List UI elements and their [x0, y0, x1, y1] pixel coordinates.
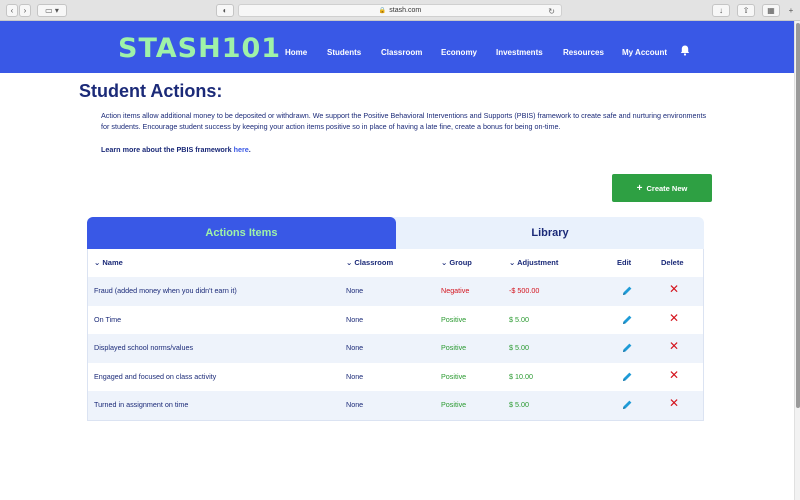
- row-adjustment: -$ 500.00: [509, 286, 540, 295]
- learn-more-suffix: .: [248, 145, 251, 154]
- table-row: Engaged and focused on class activity Non…: [88, 362, 703, 391]
- reload-icon[interactable]: ↻: [548, 5, 555, 18]
- scrollbar-thumb[interactable]: [796, 23, 800, 408]
- pencil-icon[interactable]: [621, 398, 633, 410]
- address-bar[interactable]: 🔒 stash.com ↻: [238, 4, 562, 17]
- row-name: Engaged and focused on class activity: [94, 371, 217, 381]
- plus-icon: +: [636, 182, 643, 194]
- page-description: Action items allow additional money to b…: [101, 111, 707, 131]
- row-classroom: None: [346, 314, 364, 324]
- row-classroom: None: [346, 400, 364, 409]
- tab-library[interactable]: Library: [396, 217, 704, 249]
- col-group-header[interactable]: ⌄ Group: [441, 258, 472, 267]
- nav-investments[interactable]: Investments: [496, 48, 543, 57]
- learn-more-prefix: Learn more about the PBIS framework: [101, 145, 234, 154]
- address-text: stash.com: [389, 7, 422, 14]
- tabs-overview-icon[interactable]: ▦: [762, 4, 780, 17]
- row-name: On Time: [94, 314, 122, 324]
- row-classroom: None: [346, 286, 364, 295]
- nav-students[interactable]: Students: [327, 48, 361, 57]
- browser-toolbar: ‹ › ▭ ▾ ◐ 🔒 stash.com ↻ ↓ ⇧ ▦ +: [0, 0, 800, 21]
- stash101-logo[interactable]: STASH101: [118, 33, 281, 64]
- row-classroom: None: [346, 371, 364, 381]
- new-tab-icon[interactable]: +: [786, 4, 796, 17]
- tab-action-items[interactable]: Actions Items: [87, 217, 396, 249]
- download-icon[interactable]: ↓: [712, 4, 730, 17]
- row-group: Positive: [441, 314, 467, 324]
- row-group: Positive: [441, 371, 467, 381]
- row-classroom: None: [346, 343, 364, 352]
- back-icon[interactable]: ‹: [6, 4, 18, 17]
- bell-icon[interactable]: [680, 45, 690, 59]
- nav-home[interactable]: Home: [285, 48, 307, 57]
- nav-economy[interactable]: Economy: [441, 48, 477, 57]
- forward-icon[interactable]: ›: [19, 4, 31, 17]
- col-adjustment-header[interactable]: ⌄ Adjustment: [509, 258, 558, 267]
- actions-table: ⌄ Name ⌄ Classroom ⌄ Group ⌄ Adjustment …: [87, 249, 704, 421]
- nav-classroom[interactable]: Classroom: [381, 48, 422, 57]
- table-row: On Time None Positive $ 5.00 ✕: [88, 305, 703, 334]
- row-group: Positive: [441, 343, 467, 352]
- sidebar-toggle-icon[interactable]: ▭ ▾: [37, 4, 67, 17]
- share-icon[interactable]: ⇧: [737, 4, 755, 17]
- table-row: Displayed school norms/values None Positiv…: [88, 334, 703, 363]
- col-classroom-header[interactable]: ⌄ Classroom: [346, 258, 393, 267]
- pbis-link[interactable]: here: [234, 145, 249, 154]
- row-adjustment: $ 5.00: [509, 314, 529, 324]
- shield-icon[interactable]: ◐: [216, 4, 234, 17]
- page-scrollbar[interactable]: [794, 21, 800, 500]
- pencil-icon[interactable]: [621, 284, 633, 296]
- row-name: Fraud (added money when you didn't earn …: [94, 286, 237, 295]
- chevron-down-icon: ⌄: [509, 258, 518, 267]
- delete-x-icon[interactable]: ✕: [669, 283, 679, 295]
- pencil-icon[interactable]: [621, 313, 633, 325]
- col-edit-header: Edit: [617, 258, 632, 267]
- table-row: Fraud (added money when you didn't earn …: [88, 277, 703, 306]
- row-name: Displayed school norms/values: [94, 343, 194, 352]
- page-title: Student Actions:: [79, 81, 223, 101]
- lock-icon: 🔒: [378, 8, 387, 14]
- nav-resources[interactable]: Resources: [563, 48, 604, 57]
- table-row: Turned in assignment on time None Positive…: [88, 391, 703, 420]
- row-name: Turned in assignment on time: [94, 400, 189, 409]
- create-new-label: Create New: [646, 183, 688, 193]
- row-group: Negative: [441, 286, 470, 295]
- delete-x-icon[interactable]: ✕: [669, 397, 679, 409]
- row-adjustment: $ 5.00: [509, 400, 529, 409]
- create-new-button[interactable]: + Create New: [612, 174, 712, 202]
- delete-x-icon[interactable]: ✕: [669, 312, 679, 324]
- learn-more-text: Learn more about the PBIS framework here…: [101, 145, 251, 154]
- row-adjustment: $ 5.00: [509, 343, 529, 352]
- table-header: ⌄ Name ⌄ Classroom ⌄ Group ⌄ Adjustment …: [88, 249, 703, 277]
- row-group: Positive: [441, 400, 467, 409]
- pencil-icon[interactable]: [621, 341, 633, 353]
- pencil-icon[interactable]: [621, 370, 633, 382]
- nav-my-account[interactable]: My Account: [622, 48, 667, 57]
- col-delete-header: Delete: [661, 258, 684, 267]
- tab-bar: Actions Items Library: [87, 217, 704, 249]
- col-name-header[interactable]: ⌄ Name: [94, 258, 123, 267]
- delete-x-icon[interactable]: ✕: [669, 340, 679, 352]
- row-adjustment: $ 10.00: [509, 371, 533, 381]
- site-header: STASH101 Home Students Classroom Economy…: [0, 21, 794, 73]
- delete-x-icon[interactable]: ✕: [669, 369, 679, 381]
